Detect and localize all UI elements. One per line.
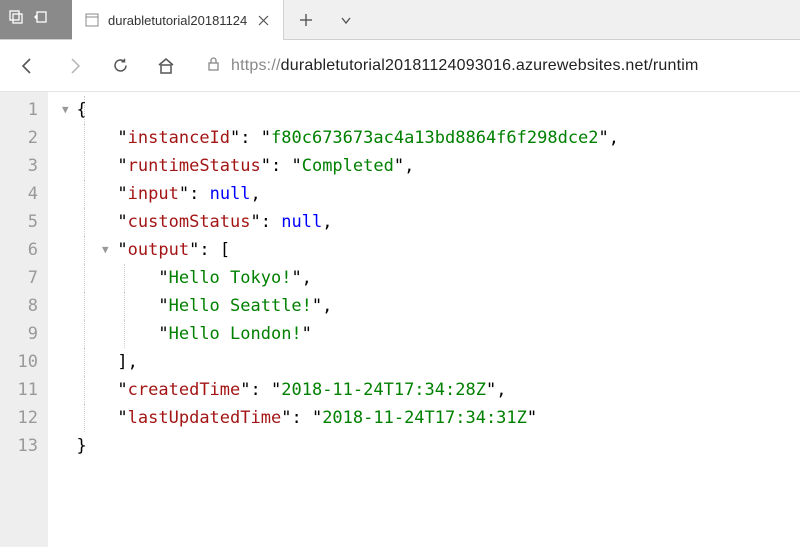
line-number: 5 <box>16 208 38 236</box>
line-number: 6 <box>16 236 38 264</box>
line-number: 1 <box>16 96 38 124</box>
code-line: } <box>56 432 800 460</box>
tab-title: durabletutorial20181124 <box>108 13 247 28</box>
address-bar[interactable]: https://durabletutorial20181124093016.az… <box>198 56 786 76</box>
line-number: 13 <box>16 432 38 460</box>
tab-close-button[interactable] <box>255 12 271 28</box>
code-line: ▼ { <box>56 96 800 124</box>
code-line: "Hello Seattle!", <box>56 292 800 320</box>
code-line: "createdTime": "2018-11-24T17:34:28Z", <box>56 376 800 404</box>
code-line: "Hello London!" <box>56 320 800 348</box>
line-number: 8 <box>16 292 38 320</box>
tab-actions <box>284 0 368 39</box>
json-viewer: 1 2 3 4 5 6 7 8 9 10 11 12 13 ▼ { "insta… <box>0 92 800 547</box>
browser-tab[interactable]: durabletutorial20181124 <box>72 0 284 40</box>
back-button[interactable] <box>14 52 42 80</box>
new-tab-button[interactable] <box>292 6 320 34</box>
refresh-button[interactable] <box>106 52 134 80</box>
line-number: 2 <box>16 124 38 152</box>
line-number: 3 <box>16 152 38 180</box>
code-line: ], <box>56 348 800 376</box>
code-area[interactable]: ▼ { "instanceId": "f80c673673ac4a13bd886… <box>48 92 800 547</box>
code-line: "runtimeStatus": "Completed", <box>56 152 800 180</box>
set-aside-tabs-icon[interactable] <box>32 9 48 30</box>
url-text: https://durabletutorial20181124093016.az… <box>231 57 699 75</box>
fold-toggle-icon[interactable]: ▼ <box>102 236 109 264</box>
code-line: "customStatus": null, <box>56 208 800 236</box>
fold-toggle-icon[interactable]: ▼ <box>62 96 69 124</box>
line-number: 9 <box>16 320 38 348</box>
toolbar: https://durabletutorial20181124093016.az… <box>0 40 800 92</box>
page-favicon <box>84 12 100 28</box>
forward-button[interactable] <box>60 52 88 80</box>
line-number: 7 <box>16 264 38 292</box>
home-button[interactable] <box>152 52 180 80</box>
window-controls <box>0 0 72 39</box>
code-line: "lastUpdatedTime": "2018-11-24T17:34:31Z… <box>56 404 800 432</box>
code-line: "Hello Tokyo!", <box>56 264 800 292</box>
line-number: 10 <box>16 348 38 376</box>
titlebar: durabletutorial20181124 <box>0 0 800 40</box>
line-number: 4 <box>16 180 38 208</box>
line-number: 11 <box>16 376 38 404</box>
line-number: 12 <box>16 404 38 432</box>
code-line: ▼ "output": [ <box>56 236 800 264</box>
tabs-overview-icon[interactable] <box>8 9 24 30</box>
tab-dropdown-button[interactable] <box>332 6 360 34</box>
code-line: "input": null, <box>56 180 800 208</box>
line-number-gutter: 1 2 3 4 5 6 7 8 9 10 11 12 13 <box>0 92 48 547</box>
lock-icon <box>206 56 221 76</box>
code-line: "instanceId": "f80c673673ac4a13bd8864f6f… <box>56 124 800 152</box>
